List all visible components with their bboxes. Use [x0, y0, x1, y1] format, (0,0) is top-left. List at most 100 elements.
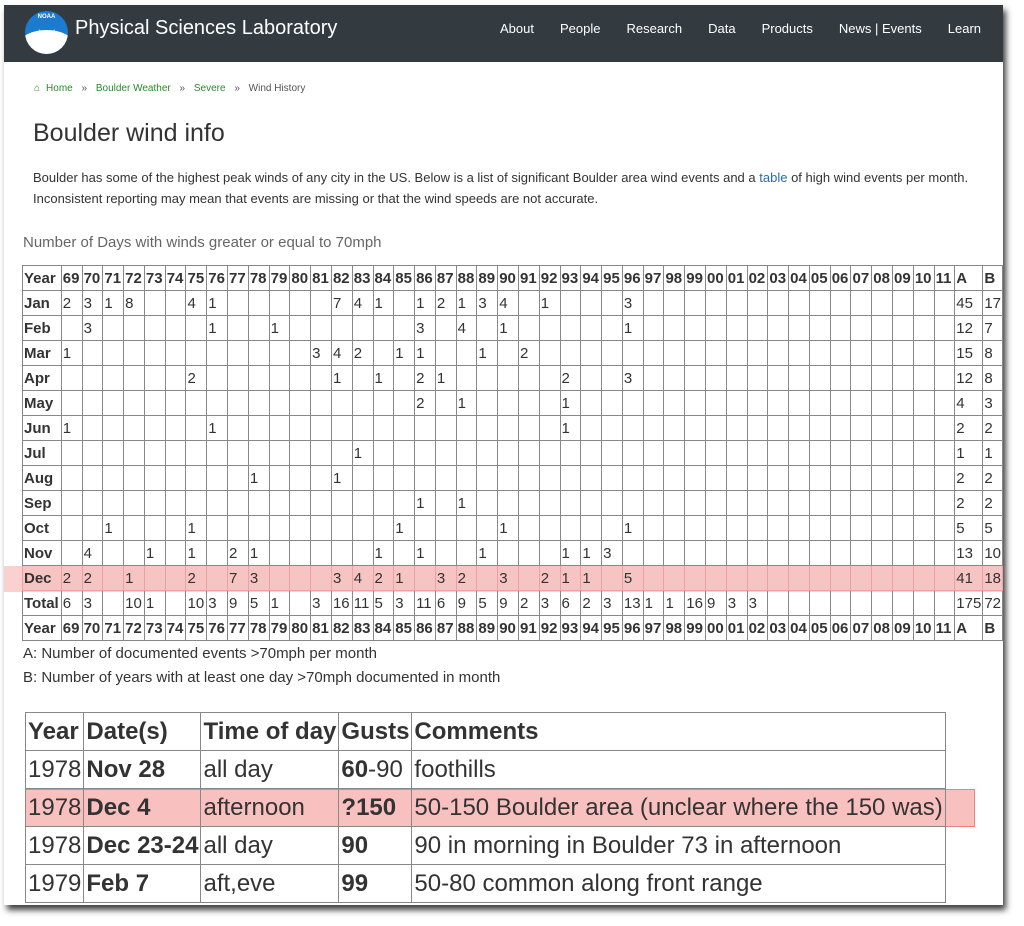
nav-about[interactable]: About: [500, 21, 534, 36]
table-cell: [705, 315, 727, 341]
table-cell: [684, 390, 707, 416]
table-cell: [850, 365, 873, 391]
table-cell: 1: [372, 540, 395, 566]
table-cell: [746, 290, 769, 316]
table-cell: [871, 515, 894, 541]
noaa-logo[interactable]: NOAA: [25, 11, 68, 54]
header-year-cell: 90: [497, 615, 519, 641]
table-cell: [808, 565, 831, 591]
table-cell: [850, 565, 873, 591]
logo-text: NOAA: [37, 14, 56, 20]
table-cell: [808, 390, 831, 416]
table-cell: [912, 590, 935, 616]
table-cell: [497, 440, 519, 466]
site-name[interactable]: Physical Sciences Laboratory: [75, 17, 337, 40]
table-cell: [808, 465, 831, 491]
table-cell: [434, 465, 457, 491]
table-cell: [725, 540, 748, 566]
event-year: 1978: [24, 826, 85, 865]
table-cell: [372, 390, 395, 416]
header-year-cell: 97: [642, 615, 665, 641]
table-cell: 1: [559, 390, 582, 416]
header-year-cell: 71: [102, 265, 125, 291]
row-total-a: 12: [954, 315, 984, 341]
breadcrumb-home[interactable]: Home: [46, 83, 73, 94]
event-date: Dec 4: [83, 788, 202, 827]
table-cell: [351, 515, 374, 541]
table-cell: 2: [434, 290, 457, 316]
table-cell: [538, 515, 561, 541]
row-total-b: 17: [982, 290, 1003, 316]
event-date: Dec 23-24: [83, 826, 202, 865]
table-row-total: Total 6 3 10 1 10 3 9 5 1 3 16 11 5 3 11 6 9 5 9 2 3 6 2 3 13 1 1 16…: [22, 590, 1003, 616]
table-cell: [933, 490, 956, 516]
note-a: A: Number of documented events >70mph pe…: [23, 645, 377, 662]
event-gust-peak: 99: [341, 869, 369, 897]
table-cell: 2: [517, 590, 540, 616]
table-cell: [310, 440, 332, 466]
table-cell: [601, 465, 623, 491]
row-total-a: 5: [954, 515, 984, 541]
events-header-cell: Year: [24, 712, 85, 751]
breadcrumb-severe[interactable]: Severe: [194, 83, 226, 94]
table-cell: [912, 515, 935, 541]
table-cell: [933, 390, 956, 416]
table-cell: [912, 490, 935, 516]
table-cell: 9: [497, 590, 519, 616]
header-year-cell: 08: [871, 265, 894, 291]
table-cell: [871, 390, 894, 416]
wind-table-caption: Number of Days with winds greater or equ…: [23, 234, 382, 251]
table-cell: 3: [538, 590, 561, 616]
table-cell: [497, 490, 519, 516]
breadcrumb-boulder-weather[interactable]: Boulder Weather: [96, 83, 171, 94]
header-year-cell: 05: [808, 265, 831, 291]
home-icon: ⌂: [34, 83, 41, 94]
table-cell: [434, 540, 457, 566]
table-cell: [81, 340, 104, 366]
header-year-cell: 08: [871, 615, 894, 641]
table-cell: [829, 415, 852, 441]
header-year-cell: 85: [393, 615, 416, 641]
table-cell: [746, 415, 769, 441]
table-cell: [663, 390, 686, 416]
nav-data[interactable]: Data: [708, 21, 735, 36]
table-cell: 4: [351, 290, 374, 316]
table-cell: 2: [580, 590, 603, 616]
table-cell: [538, 490, 561, 516]
table-cell: [227, 415, 249, 441]
table-link[interactable]: table: [759, 170, 787, 185]
table-cell: [642, 490, 665, 516]
table-cell: [621, 340, 644, 366]
nav-people[interactable]: People: [560, 21, 600, 36]
table-cell: [829, 290, 852, 316]
breadcrumb-separator: »: [179, 83, 186, 94]
table-cell: [871, 540, 894, 566]
row-label: Jul: [22, 440, 62, 466]
nav-research[interactable]: Research: [626, 21, 682, 36]
table-cell: 4: [497, 290, 519, 316]
wind-events-table: Year Date(s) Time of day Gusts Comments 1978 N…: [24, 712, 946, 903]
header-year-cell: 70: [81, 615, 104, 641]
table-cell: [725, 415, 748, 441]
table-cell: [227, 390, 249, 416]
table-cell: [164, 465, 187, 491]
nav-news-events[interactable]: News | Events: [839, 21, 922, 36]
table-cell: [143, 515, 166, 541]
table-cell: [871, 340, 894, 366]
table-cell: [871, 590, 894, 616]
header-year-cell: 89: [476, 615, 499, 641]
table-cell: [185, 415, 208, 441]
table-row-oct: Oct 1 1 1 1 1 5 5: [22, 515, 1003, 541]
table-cell: [455, 365, 478, 391]
table-cell: 1: [393, 340, 416, 366]
header-year-cell: 07: [850, 265, 873, 291]
table-cell: [538, 415, 561, 441]
header-col-a: A: [954, 265, 984, 291]
nav-products[interactable]: Products: [762, 21, 813, 36]
header-year-cell: 81: [310, 265, 332, 291]
nav-learn[interactable]: Learn: [948, 21, 981, 36]
table-cell: [871, 315, 894, 341]
table-row-nov: Nov 4 1 1 2 1 1 1 1 1 1 3 13 10: [22, 540, 1003, 566]
table-cell: [81, 490, 104, 516]
table-cell: 3: [393, 590, 416, 616]
